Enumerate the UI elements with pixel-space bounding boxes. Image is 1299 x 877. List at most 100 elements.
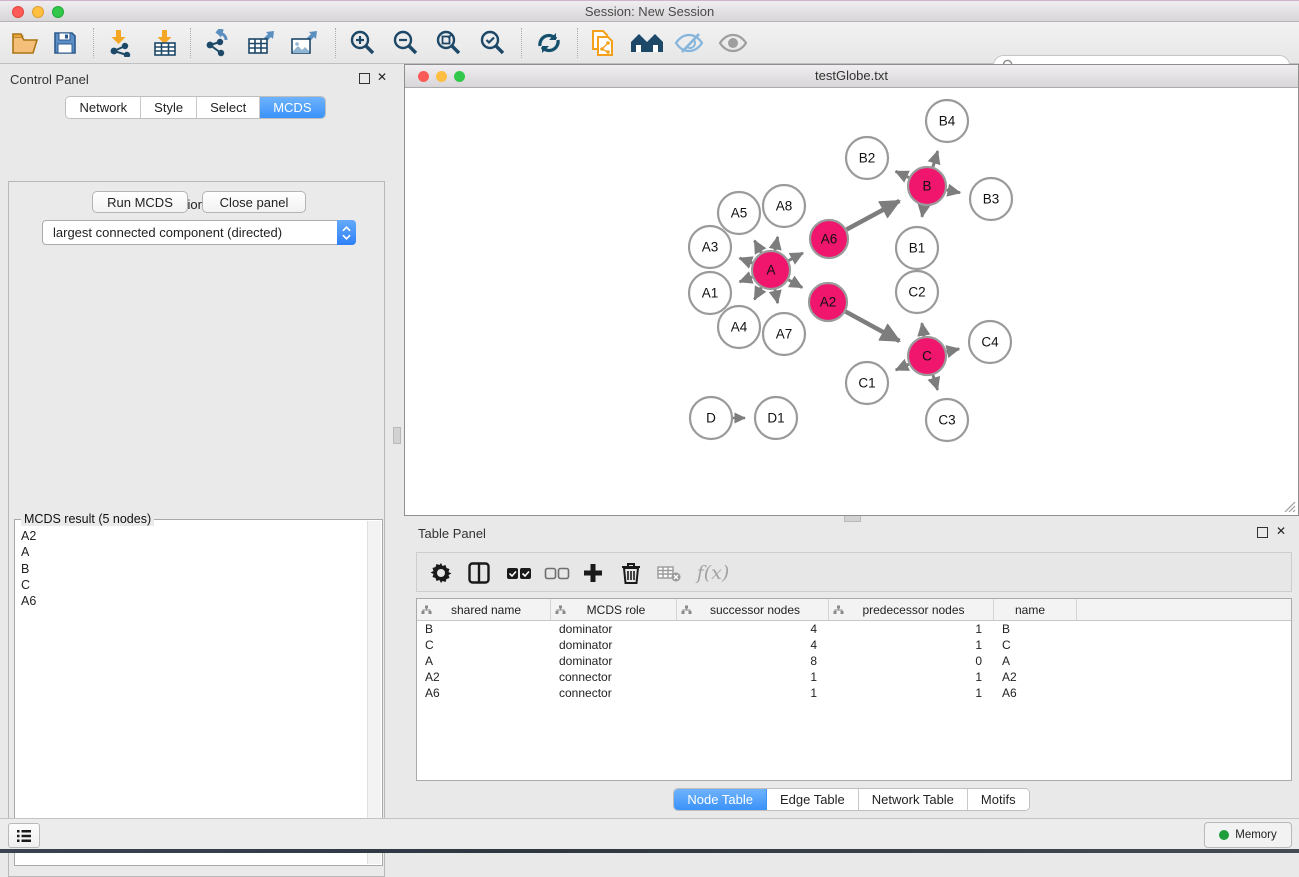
edge-A-A8[interactable] [775, 237, 778, 250]
maximize-network-icon[interactable] [454, 71, 465, 82]
export-image-icon[interactable] [287, 27, 321, 59]
minimize-window-icon[interactable] [32, 6, 44, 18]
zoom-selected-icon[interactable] [475, 27, 509, 59]
memory-button[interactable]: Memory [1204, 822, 1292, 848]
table-row[interactable]: A2connector11A2 [417, 669, 1291, 685]
task-history-button[interactable] [8, 823, 40, 848]
table-cell[interactable]: 4 [677, 637, 829, 653]
node-A5[interactable]: A5 [718, 192, 760, 234]
table-cell[interactable]: A6 [994, 685, 1077, 701]
network-graph[interactable]: B4B2BB3A5A8A6A3B1AA1C2A2A4A7CC4C1DD1C3 [405, 88, 1298, 515]
tab-network-table[interactable]: Network Table [859, 789, 968, 810]
edge-C-C4[interactable] [947, 349, 960, 352]
node-D1[interactable]: D1 [755, 397, 797, 439]
edge-B-B3[interactable] [947, 190, 960, 193]
edge-A6-B[interactable] [847, 201, 900, 230]
vertical-splitter-handle[interactable] [393, 427, 401, 444]
edge-C-C3[interactable] [933, 375, 938, 390]
node-B2[interactable]: B2 [846, 137, 888, 179]
hide-selected-icon[interactable] [672, 27, 706, 59]
import-network-icon[interactable] [104, 27, 138, 59]
result-list-item[interactable]: B [21, 561, 368, 577]
table-cell[interactable]: 1 [829, 669, 994, 685]
clone-network-icon[interactable] [586, 27, 620, 59]
node-C2[interactable]: C2 [896, 271, 938, 313]
table-cell[interactable]: 1 [677, 669, 829, 685]
column-header-MCDS-role[interactable]: MCDS role [551, 599, 677, 620]
edge-B-B4[interactable] [933, 151, 938, 167]
edge-C-C1[interactable] [896, 364, 909, 370]
export-network-icon[interactable] [201, 27, 235, 59]
maximize-window-icon[interactable] [52, 6, 64, 18]
table-cell[interactable]: 0 [829, 653, 994, 669]
column-header-shared-name[interactable]: shared name [417, 599, 551, 620]
table-row[interactable]: Cdominator41C [417, 637, 1291, 653]
table-cell[interactable]: 1 [677, 685, 829, 701]
table-cell[interactable]: A2 [994, 669, 1077, 685]
node-D[interactable]: D [690, 397, 732, 439]
tab-select[interactable]: Select [197, 97, 260, 118]
node-C[interactable]: C [908, 337, 946, 375]
run-mcds-button[interactable]: Run MCDS [92, 191, 188, 213]
table-cell[interactable]: connector [551, 669, 677, 685]
table-cell[interactable]: B [417, 621, 551, 637]
node-C4[interactable]: C4 [969, 321, 1011, 363]
node-C3[interactable]: C3 [926, 399, 968, 441]
delete-table-icon[interactable] [653, 557, 685, 589]
save-session-icon[interactable] [48, 27, 82, 59]
table-cell[interactable]: A2 [417, 669, 551, 685]
table-cell[interactable]: dominator [551, 637, 677, 653]
zoom-in-icon[interactable] [345, 27, 379, 59]
table-cell[interactable]: 1 [829, 685, 994, 701]
edge-C-C2[interactable] [922, 323, 924, 336]
table-cell[interactable]: A [994, 653, 1077, 669]
column-header-successor-nodes[interactable]: successor nodes [677, 599, 829, 620]
show-all-icon[interactable] [716, 27, 750, 59]
node-B1[interactable]: B1 [896, 227, 938, 269]
open-session-icon[interactable] [8, 27, 42, 59]
close-panel-button[interactable]: Close panel [202, 191, 306, 213]
table-row[interactable]: A6connector11A6 [417, 685, 1291, 701]
tab-style[interactable]: Style [141, 97, 197, 118]
mcds-result-list[interactable]: A2ABCA6 [16, 526, 368, 864]
table-cell[interactable]: connector [551, 685, 677, 701]
node-C1[interactable]: C1 [846, 362, 888, 404]
node-A3[interactable]: A3 [689, 226, 731, 268]
edge-A-A1[interactable] [740, 277, 753, 282]
apply-layout-icon[interactable] [532, 27, 566, 59]
edge-A2-C[interactable] [846, 312, 900, 341]
tab-node-table[interactable]: Node Table [674, 789, 767, 810]
node-A[interactable]: A [752, 251, 790, 289]
edge-A-A2[interactable] [788, 280, 802, 288]
criterion-dropdown[interactable]: largest connected component (directed) [42, 220, 356, 245]
float-table-panel-icon[interactable] [1255, 525, 1269, 539]
edge-A-A5[interactable] [754, 241, 761, 253]
table-row[interactable]: Bdominator41B [417, 621, 1291, 637]
table-body[interactable]: Bdominator41BCdominator41CAdominator80AA… [417, 621, 1291, 701]
node-B4[interactable]: B4 [926, 100, 968, 142]
table-cell[interactable]: 1 [829, 621, 994, 637]
result-list-item[interactable]: A6 [21, 593, 368, 609]
zoom-fit-icon[interactable] [431, 27, 465, 59]
node-B[interactable]: B [908, 167, 946, 205]
table-cell[interactable]: 1 [829, 637, 994, 653]
minimize-network-icon[interactable] [436, 71, 447, 82]
edge-A-A4[interactable] [754, 287, 761, 299]
table-cell[interactable]: A [417, 653, 551, 669]
close-table-panel-icon[interactable]: ✕ [1274, 524, 1288, 538]
node-A6[interactable]: A6 [810, 220, 848, 258]
add-column-icon[interactable] [577, 557, 609, 589]
node-A4[interactable]: A4 [718, 306, 760, 348]
tab-motifs[interactable]: Motifs [968, 789, 1029, 810]
tab-mcds[interactable]: MCDS [260, 97, 324, 118]
table-cell[interactable]: 8 [677, 653, 829, 669]
table-header-row[interactable]: shared nameMCDS rolesuccessor nodesprede… [417, 599, 1291, 621]
edge-A-A3[interactable] [740, 258, 753, 263]
node-A1[interactable]: A1 [689, 272, 731, 314]
function-builder-icon[interactable]: f(x) [691, 557, 735, 589]
gear-icon[interactable] [425, 557, 457, 589]
node-table[interactable]: shared nameMCDS rolesuccessor nodesprede… [416, 598, 1292, 781]
node-A2[interactable]: A2 [809, 283, 847, 321]
table-cell[interactable]: A6 [417, 685, 551, 701]
export-table-icon[interactable] [244, 27, 278, 59]
